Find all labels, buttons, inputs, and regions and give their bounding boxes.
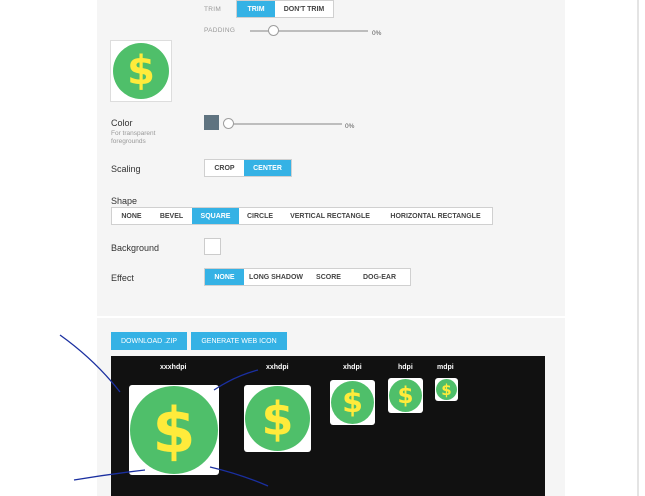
annotation-stroke-bottom-left [73,469,146,481]
annotation-stroke-bottom-right [209,466,269,487]
annotation-stroke-top-left [59,334,121,393]
annotation-stroke-top-right [213,369,259,391]
annotation-strokes [59,334,269,487]
